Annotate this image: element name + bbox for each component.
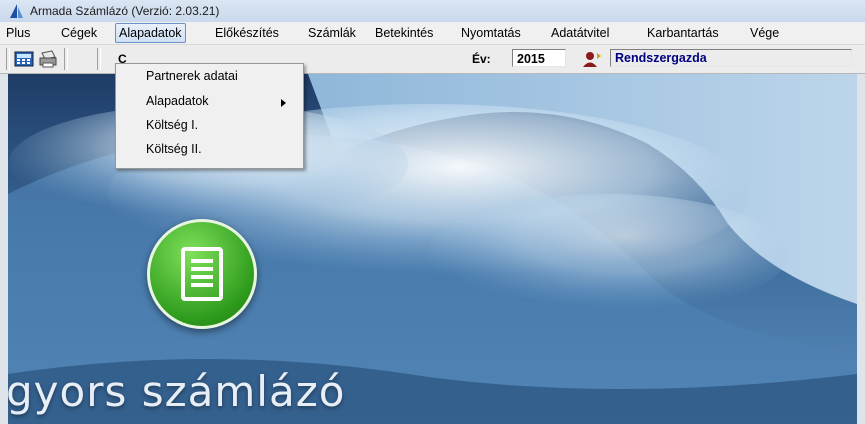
menu-bar: Plus Cégek Alapadatok Előkészítés Számlá…	[0, 22, 865, 45]
logo-circle	[147, 219, 257, 329]
window-title: Armada Számlázó (Verzió: 2.03.21)	[30, 4, 220, 18]
submenu-arrow-icon	[281, 99, 286, 107]
toolbar-separator	[97, 48, 101, 70]
user-name-field: Rendszergazda	[610, 49, 852, 67]
year-field[interactable]: 2015	[512, 49, 566, 67]
menu-szamlak[interactable]: Számlák	[305, 25, 359, 41]
menu-item-koltseg-1[interactable]: Költség I.	[146, 116, 198, 134]
toolbar-grip	[6, 48, 10, 70]
menu-item-koltseg-2[interactable]: Költség II.	[146, 140, 202, 158]
toolbar-separator	[64, 48, 68, 70]
title-bar: Armada Számlázó (Verzió: 2.03.21)	[0, 0, 865, 22]
menu-item-alapadatok-submenu[interactable]: Alapadatok	[146, 92, 296, 110]
menu-karbantartas[interactable]: Karbantartás	[644, 25, 722, 41]
menu-item-partnerek-adatai[interactable]: Partnerek adatai	[146, 67, 238, 85]
menu-adatatvitel[interactable]: Adatátvitel	[548, 25, 612, 41]
app-sail-icon	[10, 4, 23, 18]
menu-betekintes[interactable]: Betekintés	[372, 25, 436, 41]
menu-plus[interactable]: Plus	[3, 25, 33, 41]
year-label: Év:	[472, 52, 491, 66]
menu-cegek[interactable]: Cégek	[58, 25, 100, 41]
menu-alapadatok[interactable]: Alapadatok	[115, 23, 186, 43]
menu-item-label: Alapadatok	[146, 94, 209, 108]
brand-logo-text: gyors számlázó	[8, 367, 346, 416]
calculator-icon[interactable]	[14, 49, 34, 69]
menu-vege[interactable]: Vége	[747, 25, 782, 41]
alapadatok-dropdown-menu: Partnerek adatai Alapadatok Költség I. K…	[115, 63, 304, 169]
menu-nyomtatas[interactable]: Nyomtatás	[458, 25, 524, 41]
user-icon	[583, 52, 601, 67]
printer-icon[interactable]	[38, 49, 58, 69]
document-icon	[181, 247, 223, 301]
menu-elokeszites[interactable]: Előkészítés	[212, 25, 282, 41]
